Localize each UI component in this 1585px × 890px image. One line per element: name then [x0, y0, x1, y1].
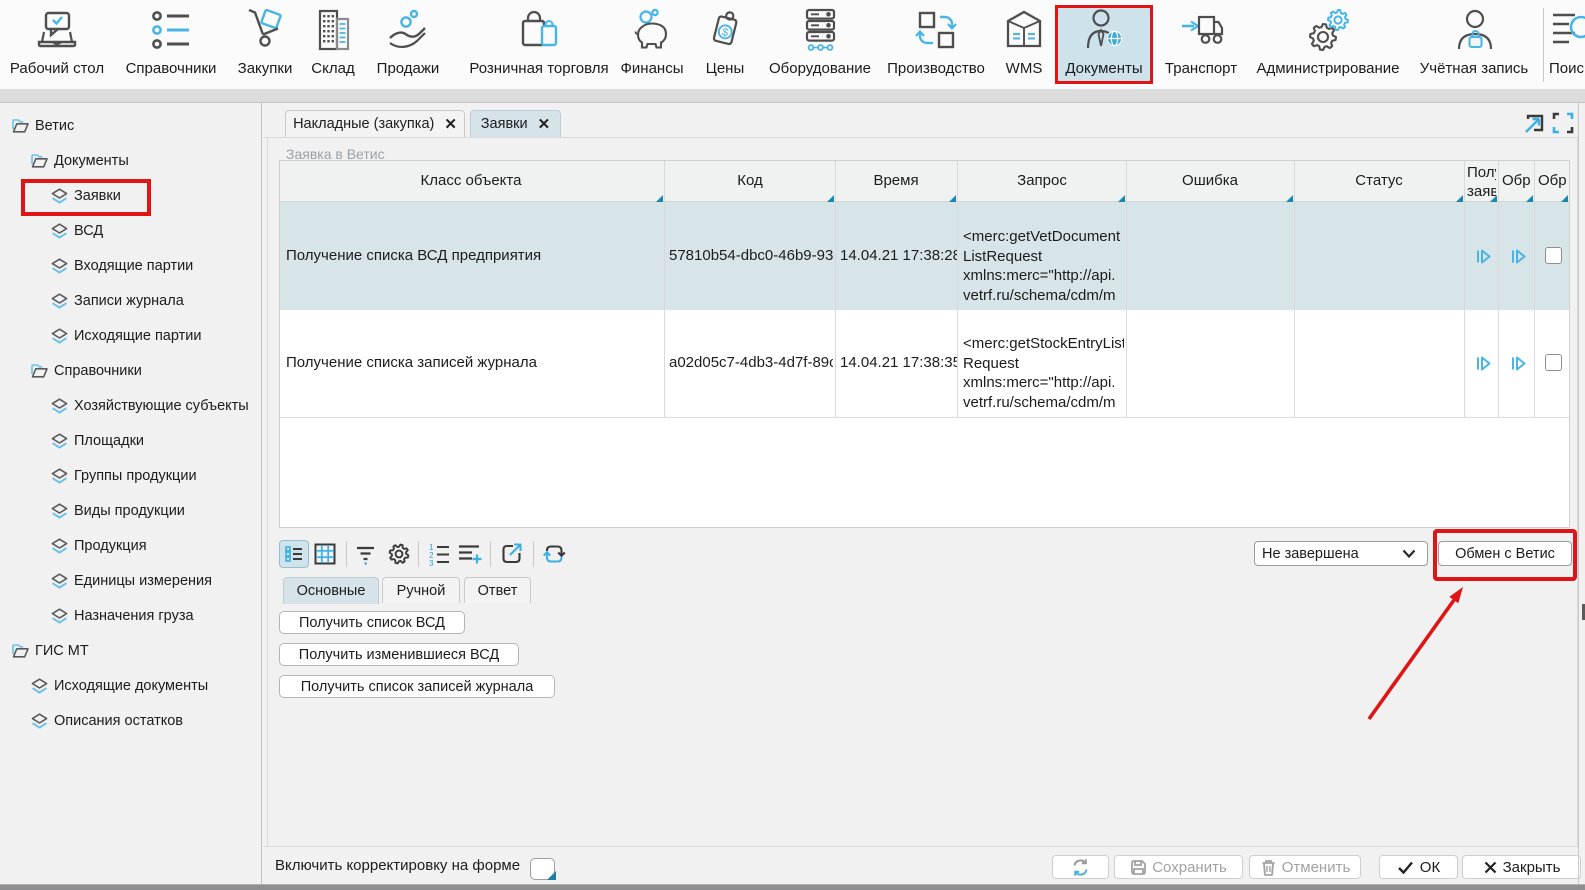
svg-text:3: 3 [429, 559, 434, 566]
